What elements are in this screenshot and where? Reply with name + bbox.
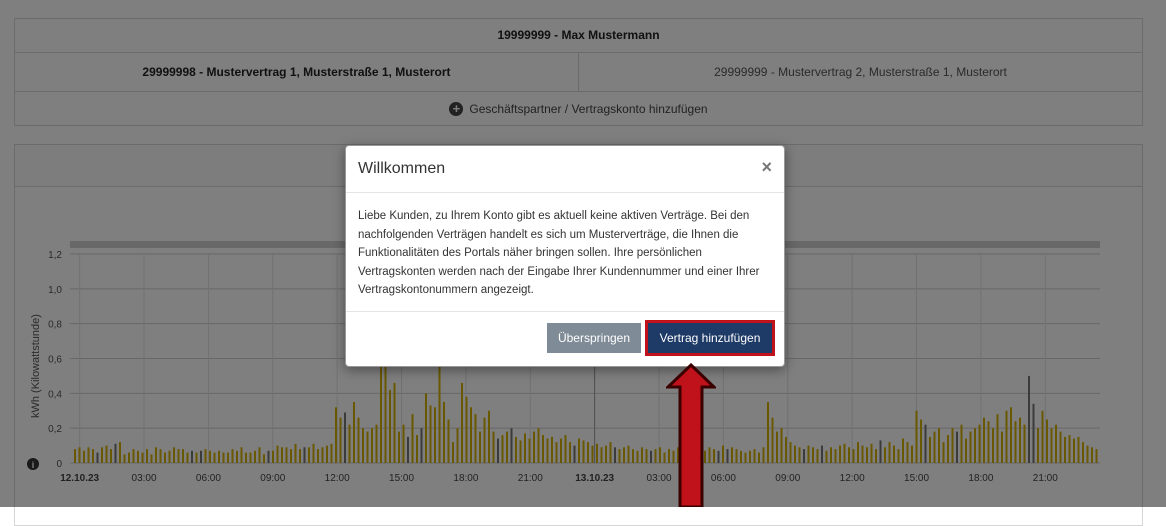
close-icon[interactable]: ×	[761, 157, 772, 178]
add-contract-button[interactable]: Vertrag hinzufügen	[645, 320, 775, 356]
modal-title: Willkommen	[358, 160, 446, 177]
highlight-arrow	[666, 363, 716, 507]
modal-body: Liebe Kunden, zu Ihrem Konto gibt es akt…	[346, 193, 784, 312]
welcome-modal: Willkommen × Liebe Kunden, zu Ihrem Kont…	[345, 145, 785, 367]
skip-button[interactable]: Überspringen	[547, 323, 641, 353]
modal-header: Willkommen ×	[346, 146, 784, 193]
